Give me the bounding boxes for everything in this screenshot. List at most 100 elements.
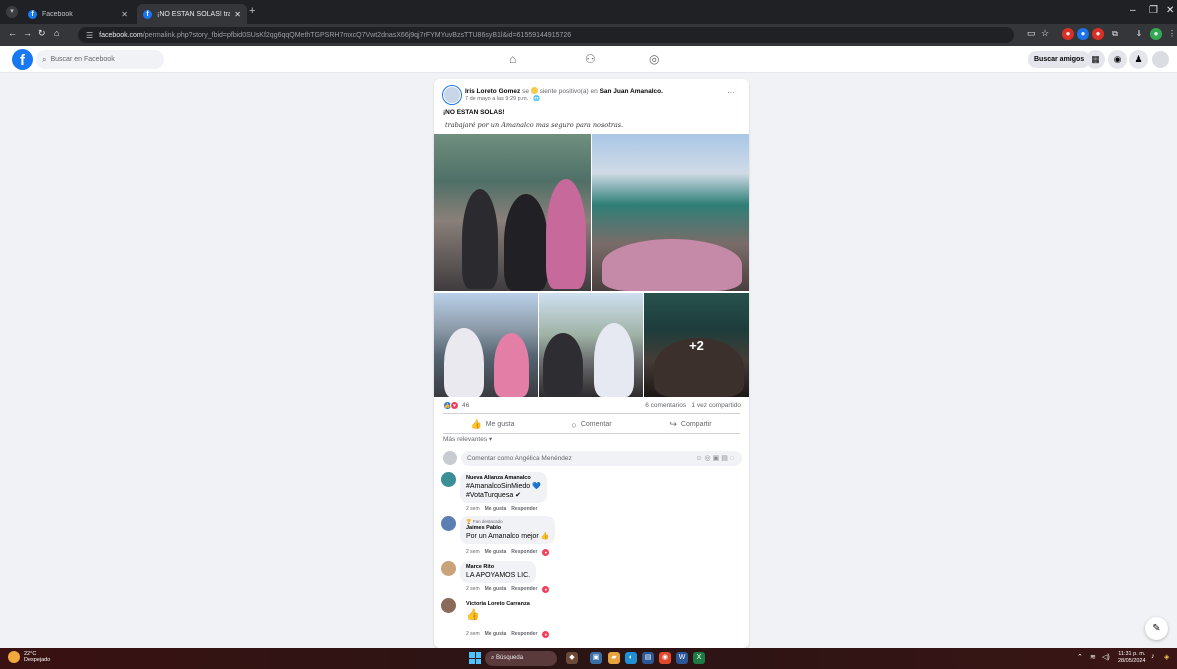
extension-icon[interactable]: ● [1062, 28, 1074, 40]
windows-start-icon[interactable] [469, 652, 481, 664]
more-photos-overlay[interactable]: +2 [644, 293, 749, 397]
comment-reply-link[interactable]: Responder [511, 506, 537, 512]
comment-reply-link[interactable]: Responder [511, 549, 537, 555]
tab-facebook[interactable]: f Facebook ✕ [22, 4, 134, 24]
volume-icon[interactable]: ◁) [1102, 653, 1110, 661]
menu-grid-icon[interactable]: ▦ [1086, 50, 1105, 69]
comment-meta: 2 sem Me gusta Responder ♥ [466, 631, 550, 638]
commenter-name[interactable]: Jaimes Pablo [466, 525, 549, 531]
author-name[interactable]: Iris Loreto Gomez [465, 88, 520, 95]
commenter-name[interactable]: Marce Rito [466, 564, 530, 570]
home-icon[interactable]: ⌂ [54, 28, 59, 38]
comment-reply-link[interactable]: Responder [511, 586, 537, 592]
cast-icon[interactable]: ▭ [1027, 28, 1036, 39]
like-button[interactable]: 👍 Me gusta [443, 416, 542, 433]
comment-bubble: Marce Rito LA APOYAMOS LIC. [460, 561, 537, 583]
comment-input[interactable]: Comentar como Angélica Menéndez ☺◎▣▤◌ [461, 451, 742, 466]
commenter-avatar[interactable] [441, 472, 456, 487]
share-button[interactable]: ↪ Compartir [641, 416, 740, 433]
commenter-avatar[interactable] [441, 561, 456, 576]
commenter-name[interactable]: Victoria Loreto Carranza [466, 601, 530, 607]
notification-bell-icon[interactable]: ♪ [1151, 653, 1155, 660]
comment-text: #VotaTurquesa ✔ [466, 492, 522, 499]
weather-widget[interactable]: 22°C Despejado [8, 651, 50, 663]
comment-like-link[interactable]: Me gusta [485, 586, 507, 592]
post-actions: 👍 Me gusta ○ Comentar ↪ Compartir [443, 416, 740, 433]
thumbs-up-icon: 👍 [470, 419, 482, 429]
tray-chevron-icon[interactable]: ⌃ [1077, 653, 1083, 661]
location-link[interactable]: San Juan Amanalco. [600, 88, 663, 95]
new-tab-icon[interactable]: + [249, 5, 255, 17]
tab-post[interactable]: f ¡NO ESTAN SOLAS! trabajaré p ✕ [137, 4, 247, 24]
facebook-logo[interactable]: f [12, 49, 33, 70]
friends-icon[interactable]: ⚇ [585, 52, 596, 66]
bookmark-star-icon[interactable]: ☆ [1041, 28, 1049, 39]
post-photo[interactable] [592, 134, 749, 291]
comment-sort-dropdown[interactable]: Más relevantes ▾ [443, 435, 492, 443]
excel-icon[interactable]: X [693, 652, 705, 664]
close-icon[interactable]: ✕ [121, 10, 128, 19]
minimize-icon[interactable]: – [1130, 5, 1136, 16]
comment-time[interactable]: 2 sem [466, 506, 480, 512]
store-icon[interactable]: ▤ [642, 652, 654, 664]
edge-icon[interactable]: ◐ [625, 652, 637, 664]
taskbar-search[interactable]: ⌕ Búsqueda [485, 651, 557, 666]
taskbar-clock[interactable]: 11:31 p. m. 28/05/2024 [1118, 651, 1146, 665]
reactions-summary[interactable]: 👍 ♥ 46 [443, 401, 469, 410]
clock-time: 11:31 p. m. [1118, 651, 1146, 657]
address-bar[interactable]: ☰ facebook.com /permalink.php?story_fbid… [78, 27, 1014, 43]
post-timestamp[interactable]: 7 de mayo a las 9:29 p.m. · 🌐 [465, 96, 540, 102]
more-options-icon[interactable]: ··· [727, 88, 735, 97]
facebook-favicon-icon: f [28, 9, 37, 19]
wifi-icon[interactable]: ≋ [1090, 653, 1096, 661]
new-message-edit-icon[interactable]: ✎ [1145, 617, 1168, 640]
comment-tools-icons[interactable]: ☺◎▣▤◌ [695, 451, 736, 466]
post-photo[interactable] [434, 134, 591, 291]
forward-icon[interactable]: → [23, 28, 32, 38]
reload-icon[interactable]: ↻ [38, 28, 46, 39]
restore-icon[interactable]: ❐ [1149, 5, 1158, 16]
chrome-icon[interactable]: ◉ [659, 652, 671, 664]
menu-kebab-icon[interactable]: ⋮ [1166, 28, 1177, 40]
facebook-search-input[interactable]: ⌕ Buscar en Facebook [36, 50, 164, 69]
commenter-avatar[interactable] [441, 516, 456, 531]
groups-icon[interactable]: ◎ [649, 52, 659, 66]
comment-time[interactable]: 2 sem [466, 549, 480, 555]
find-friends-button[interactable]: Buscar amigos [1028, 51, 1091, 68]
home-icon[interactable]: ⌂ [509, 52, 516, 66]
copilot-icon[interactable]: ◈ [1164, 653, 1169, 661]
close-window-icon[interactable]: ✕ [1166, 5, 1174, 16]
tab-list-icon[interactable]: ▾ [6, 6, 18, 18]
extensions-puzzle-icon[interactable]: ⧉ [1109, 28, 1121, 40]
comment-time[interactable]: 2 sem [466, 631, 480, 637]
url-path: /permalink.php?story_fbid=pfbid0SUsKf2qg… [142, 31, 572, 39]
site-info-icon[interactable]: ☰ [86, 31, 93, 40]
comment-like-link[interactable]: Me gusta [485, 506, 507, 512]
post-photo[interactable] [539, 293, 643, 397]
comment-reply-link[interactable]: Responder [511, 631, 537, 637]
widget-icon[interactable]: ◆ [566, 652, 578, 664]
notifications-bell-icon[interactable]: ♟ [1129, 50, 1148, 69]
love-reaction-icon: ♥ [542, 549, 550, 556]
comment-button[interactable]: ○ Comentar [542, 416, 641, 433]
close-icon[interactable]: ✕ [234, 10, 241, 19]
commenter-avatar[interactable] [441, 598, 456, 613]
extension-icon[interactable]: ● [1077, 28, 1089, 40]
comment-like-link[interactable]: Me gusta [485, 549, 507, 555]
downloads-icon[interactable]: ⇓ [1133, 28, 1145, 40]
comment-time[interactable]: 2 sem [466, 586, 480, 592]
profile-icon[interactable]: ● [1150, 28, 1162, 40]
extension-icon[interactable]: ● [1092, 28, 1104, 40]
comments-count[interactable]: 6 comentarios [645, 402, 686, 409]
back-icon[interactable]: ← [8, 28, 17, 38]
messenger-icon[interactable]: ◉ [1108, 50, 1127, 69]
author-avatar[interactable] [443, 86, 461, 104]
comment-like-link[interactable]: Me gusta [485, 631, 507, 637]
account-avatar[interactable] [1150, 49, 1171, 70]
file-explorer-icon[interactable]: ▰ [608, 652, 620, 664]
post-photo[interactable] [434, 293, 538, 397]
shares-count[interactable]: 1 vez compartido [692, 402, 742, 409]
word-icon[interactable]: W [676, 652, 688, 664]
commenter-name[interactable]: Nueva Alianza Amanalco [466, 475, 541, 481]
task-view-icon[interactable]: ▣ [590, 652, 602, 664]
